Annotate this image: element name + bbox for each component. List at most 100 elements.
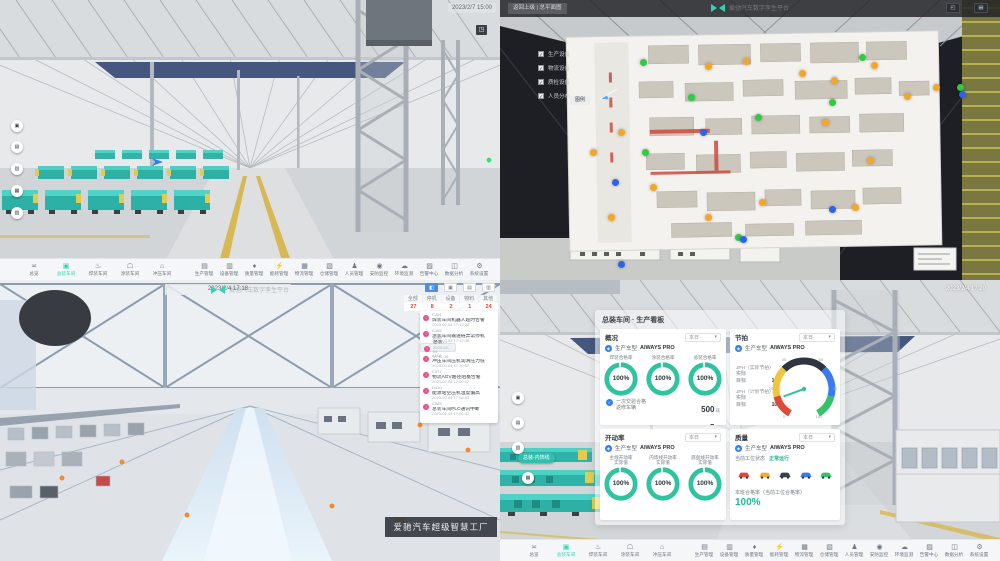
toolbar-item-焊装车间[interactable]: ♨焊装车间	[82, 259, 114, 281]
layer-filter[interactable]: ✓生产设备	[538, 50, 570, 58]
layer-filter[interactable]: ✓物流设备	[538, 64, 570, 72]
header-tool-button[interactable]: ▥	[482, 283, 495, 292]
period-select[interactable]: 本日▾	[799, 433, 835, 442]
poi-marker[interactable]: ▦	[522, 472, 534, 484]
period-select[interactable]: 本日▾	[685, 433, 721, 442]
poi-marker[interactable]: ▧	[11, 207, 23, 219]
status-dot[interactable]	[829, 206, 836, 213]
legend-button[interactable]: 图例	[570, 96, 590, 105]
toolbar-item-能耗管理[interactable]: ⚡能耗管理	[767, 540, 792, 561]
alarm-item[interactable]: !C077物流AGV路径阻塞告警2023-02-04 17:09:17	[420, 368, 498, 384]
status-dot[interactable]	[933, 84, 940, 91]
alarm-item[interactable]: !B302总装车间拧紧枪扭矩异常2023-02-04 17:11:36	[420, 343, 456, 352]
toolbar-item-物流管理[interactable]: ▦物流管理	[792, 540, 817, 561]
poi-marker[interactable]: ▥	[11, 163, 23, 175]
layer-filter[interactable]: ✓人员分布	[538, 92, 570, 100]
status-dot[interactable]	[799, 70, 806, 77]
period-select[interactable]: 本日▾	[685, 333, 721, 342]
poi-marker[interactable]: ▣	[11, 120, 23, 132]
toolbar-item-告警中心[interactable]: ▨告警中心	[417, 259, 442, 281]
status-dot[interactable]	[618, 129, 625, 136]
status-dot[interactable]	[640, 59, 647, 66]
poi-marker[interactable]: ▤	[512, 417, 524, 429]
toolbar-item-总览[interactable]: ≍总览	[518, 540, 550, 561]
toolbar-item-数据分析[interactable]: ◫数据分析	[442, 259, 467, 281]
header-tool-button[interactable]: ▣	[444, 283, 457, 292]
status-dot[interactable]	[700, 129, 707, 136]
machine-tag[interactable]: 总装-内饰线	[518, 453, 555, 463]
toolbar-item-涂装车间[interactable]: ☖涂装车间	[614, 540, 646, 561]
period-select[interactable]: 本日▾	[799, 333, 835, 342]
toolbar-item-人员管理[interactable]: ♟人员管理	[342, 259, 367, 281]
status-dot[interactable]	[822, 119, 829, 126]
status-dot[interactable]	[740, 236, 747, 243]
status-dot[interactable]	[957, 84, 964, 91]
status-dot[interactable]	[705, 63, 712, 70]
status-dot[interactable]	[867, 157, 874, 164]
toolbar-item-涂装车间[interactable]: ☖涂装车间	[114, 259, 146, 281]
toolbar-item-设备管理[interactable]: ▥设备管理	[717, 540, 742, 561]
status-dot[interactable]	[829, 99, 836, 106]
toolbar-item-生产管理[interactable]: ▤生产管理	[692, 540, 717, 561]
checkbox-icon[interactable]: ✓	[538, 51, 544, 57]
toolbar-item-环境监测[interactable]: ☁环境监测	[392, 259, 417, 281]
navigation-cursor-icon[interactable]	[599, 85, 619, 106]
toolbar-item-仓储管理[interactable]: ▧仓储管理	[317, 259, 342, 281]
status-dot[interactable]	[618, 261, 625, 268]
toolbar-item-总装车间[interactable]: ▣总装车间	[50, 259, 82, 281]
poi-marker[interactable]: ▤	[11, 141, 23, 153]
status-dot[interactable]	[852, 204, 859, 211]
toolbar-item-告警中心[interactable]: ▨告警中心	[917, 540, 942, 561]
status-dot[interactable]	[755, 114, 762, 121]
toolbar-item-冲压车间[interactable]: ⌂冲压车间	[146, 259, 178, 281]
layer-filter[interactable]: ✓质检设备	[538, 78, 570, 86]
status-dot[interactable]	[688, 94, 695, 101]
poi-marker[interactable]: ▦	[11, 185, 23, 197]
toolbar-item-环境监测[interactable]: ☁环境监测	[892, 540, 917, 561]
status-dot[interactable]	[590, 149, 597, 156]
status-dot[interactable]	[831, 77, 838, 84]
alarm-item[interactable]: !A118冲压车间压机润滑压力低2023-02-04 17:10:52	[420, 352, 498, 368]
status-dot[interactable]	[612, 179, 619, 186]
alarm-item[interactable]: !C201焊装车间机器人超时告警2023-02-04 17:13:25	[420, 311, 498, 327]
status-dot[interactable]	[705, 214, 712, 221]
status-dot[interactable]	[642, 149, 649, 156]
header-tool-button[interactable]: ◧	[425, 283, 438, 292]
status-dot[interactable]	[904, 93, 911, 100]
alarm-item[interactable]: !C105涂装车间输送链异常停机2023-02-04 17:12:48	[420, 327, 498, 343]
toolbar-item-总览[interactable]: ≍总览	[18, 259, 50, 281]
toolbar-item-质量管理[interactable]: ♦质量管理	[742, 540, 767, 561]
status-dot[interactable]	[871, 62, 878, 69]
toolbar-item-人员管理[interactable]: ♟人员管理	[842, 540, 867, 561]
layers-button[interactable]: ▤	[974, 3, 988, 13]
back-button[interactable]: 返回上级 | 总平面图	[508, 3, 567, 14]
toolbar-item-能耗管理[interactable]: ⚡能耗管理	[267, 259, 292, 281]
status-dot[interactable]	[743, 58, 750, 65]
toolbar-item-焊装车间[interactable]: ♨焊装车间	[582, 540, 614, 561]
toolbar-item-总装车间[interactable]: ▣总装车间	[550, 540, 582, 561]
toolbar-item-生产管理[interactable]: ▤生产管理	[192, 259, 217, 281]
toolbar-item-数据分析[interactable]: ◫数据分析	[942, 540, 967, 561]
status-dot[interactable]	[959, 91, 966, 98]
toolbar-item-物流管理[interactable]: ▦物流管理	[292, 259, 317, 281]
status-dot[interactable]	[650, 184, 657, 191]
toolbar-item-仓储管理[interactable]: ▧仓储管理	[817, 540, 842, 561]
expand-view-button[interactable]: ◳	[476, 25, 487, 35]
header-tool-button[interactable]: ▤	[463, 283, 476, 292]
alarm-item[interactable]: !C063总装车间PLC通讯中断2023-02-04 17:06:41	[420, 400, 498, 416]
poi-marker[interactable]: ▣	[512, 392, 524, 404]
toolbar-item-系统设置[interactable]: ⚙系统设置	[967, 540, 992, 561]
toolbar-item-系统设置[interactable]: ⚙系统设置	[467, 259, 492, 281]
toolbar-item-安防监控[interactable]: ◉安防监控	[367, 259, 392, 281]
fullscreen-button[interactable]: ◰	[946, 3, 960, 13]
toolbar-item-设备管理[interactable]: ▥设备管理	[217, 259, 242, 281]
status-dot[interactable]	[608, 214, 615, 221]
status-dot[interactable]	[859, 54, 866, 61]
status-dot[interactable]	[759, 199, 766, 206]
checkbox-icon[interactable]: ✓	[538, 93, 544, 99]
toolbar-item-质量管理[interactable]: ♦质量管理	[242, 259, 267, 281]
alarm-item[interactable]: !D410能源站空压机温度偏高2023-02-04 17:08:03	[420, 384, 498, 400]
toolbar-item-安防监控[interactable]: ◉安防监控	[867, 540, 892, 561]
toolbar-item-冲压车间[interactable]: ⌂冲压车间	[646, 540, 678, 561]
checkbox-icon[interactable]: ✓	[538, 79, 544, 85]
